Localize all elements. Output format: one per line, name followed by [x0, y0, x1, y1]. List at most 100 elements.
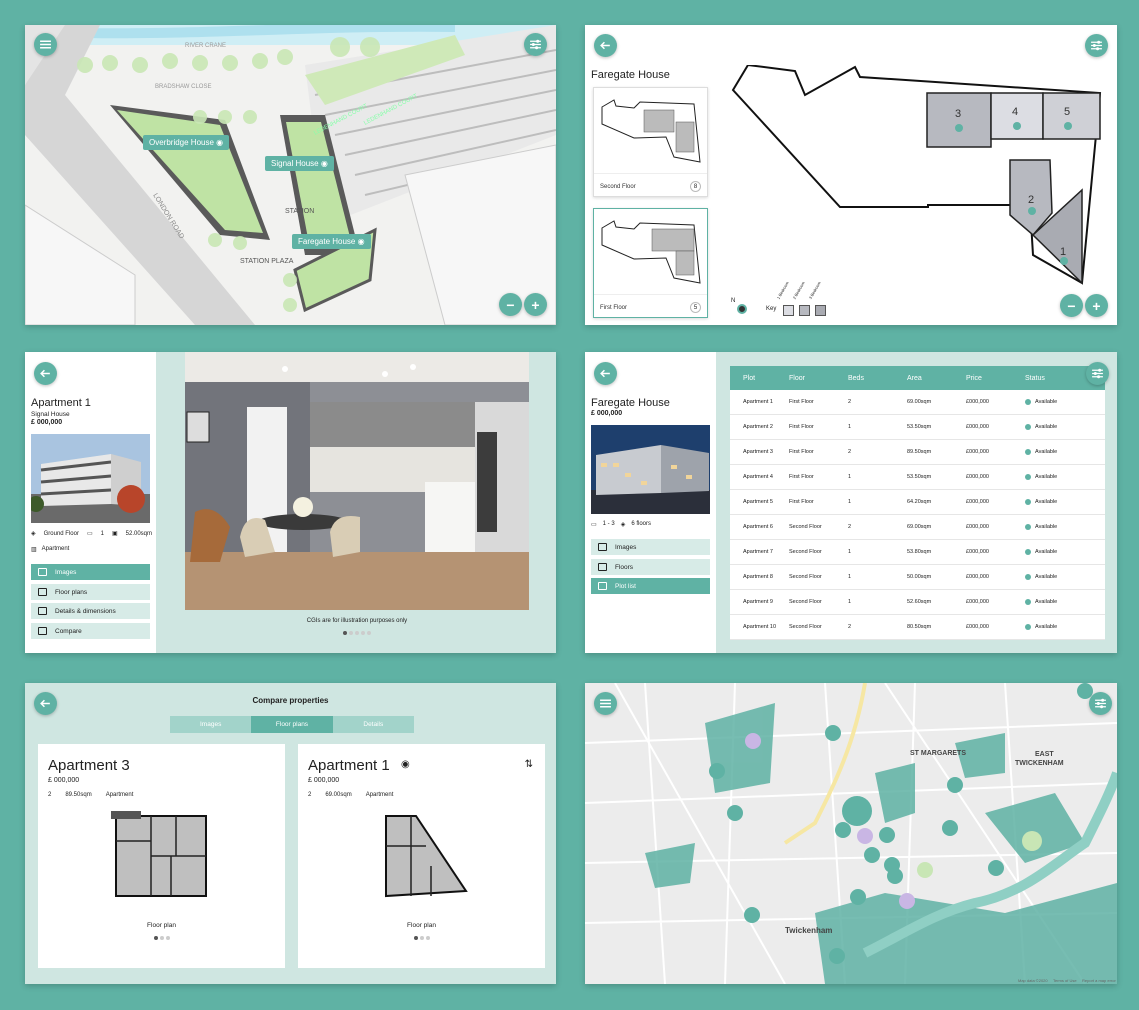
menu-button[interactable] [34, 33, 57, 56]
key-swatch-2 [799, 305, 810, 316]
status-dot-icon [1025, 474, 1031, 480]
table-cell: £000,000 [966, 424, 989, 430]
building-tag-signal[interactable]: Signal House ◉ [265, 156, 334, 171]
floor-plan-image[interactable] [376, 811, 476, 901]
building-icon: ▥ [31, 547, 37, 553]
carousel-dots[interactable] [185, 631, 529, 635]
status-text: Available [1035, 599, 1058, 605]
arrow-left-icon [600, 369, 610, 378]
map-footer: Map data ©2020 [1018, 978, 1048, 983]
table-cell: Apartment 6 [743, 524, 773, 530]
swap-icon[interactable]: ⇅ [525, 759, 533, 770]
table-row[interactable]: Apartment 7 Second Floor 1 53.80sqm £000,000… [730, 540, 1105, 565]
layers-icon [598, 563, 607, 571]
interior-image[interactable] [185, 352, 529, 610]
table-cell: 2 [848, 399, 852, 405]
plot-table: Plot Floor Beds Area Price Status Apartm… [730, 366, 1105, 640]
table-cell: Apartment 10 [743, 624, 777, 630]
table-row[interactable]: Apartment 8 Second Floor 1 50.00sqm £000,000… [730, 565, 1105, 590]
plan-icon [38, 588, 47, 596]
site-map[interactable]: RIVER CRANE BRADSHAW CLOSE LONDON ROAD S… [25, 25, 556, 325]
tab-images[interactable]: Images [170, 716, 252, 733]
menu-plot-list[interactable]: Plot list [591, 578, 710, 594]
filter-button[interactable] [1086, 362, 1109, 385]
column-header: Price [966, 374, 982, 382]
table-cell: Apartment 9 [743, 599, 773, 605]
compass: N [731, 298, 736, 304]
images-icon [598, 543, 607, 551]
table-row[interactable]: Apartment 9 Second Floor 1 52.60sqm £000,000… [730, 590, 1105, 615]
building-tag-faregate[interactable]: Faregate House ◉ [292, 234, 371, 249]
building-name: Signal House [271, 159, 319, 168]
status-dot-icon [1025, 499, 1031, 505]
back-button[interactable] [34, 362, 57, 385]
filter-button[interactable] [1085, 34, 1108, 57]
zoom-in-button[interactable]: + [524, 293, 547, 316]
building-tag-overbridge[interactable]: Overbridge House ◉ [143, 135, 230, 150]
column-header: Plot [743, 374, 756, 382]
filter-button[interactable] [1089, 692, 1112, 715]
menu-compare[interactable]: Compare [31, 623, 150, 639]
floor-card-second[interactable]: Second Floor 8 [593, 87, 708, 197]
status-dot-icon [1025, 399, 1031, 405]
building-title: Faregate House [591, 397, 670, 409]
zoom-out-button[interactable]: − [499, 293, 522, 316]
menu-button[interactable] [594, 692, 617, 715]
book-icon [38, 627, 47, 635]
table-cell: Apartment 8 [743, 574, 773, 580]
table-cell: Available [1025, 524, 1105, 530]
unit-number: 1 [1060, 246, 1066, 258]
carousel-dots[interactable] [38, 936, 285, 940]
sliders-icon [1091, 40, 1102, 51]
zoom-out-button[interactable]: − [1060, 294, 1083, 317]
back-button[interactable] [594, 362, 617, 385]
area-map[interactable]: ST MARGARETS EAST TWICKENHAM Twickenham … [585, 683, 1117, 984]
table-row[interactable]: Apartment 3 First Floor 2 89.50sqm £000,000 A… [730, 440, 1105, 465]
table-cell: Second Floor [789, 549, 822, 555]
type-value: Apartment [41, 546, 70, 552]
menu-label: Floor plans [55, 588, 88, 596]
tab-floor-plans[interactable]: Floor plans [251, 716, 333, 733]
table-cell: First Floor [789, 499, 814, 505]
table-row[interactable]: Apartment 10 Second Floor 2 80.50sqm £000,00… [730, 615, 1105, 640]
area-value: 52.00sqm [125, 530, 153, 537]
filter-button[interactable] [524, 33, 547, 56]
unit-3[interactable] [926, 92, 992, 148]
key-swatch-1 [783, 305, 794, 316]
table-cell: First Floor [789, 399, 814, 405]
arrow-left-icon [40, 369, 50, 378]
floor-plan-image[interactable] [111, 811, 211, 901]
eye-icon: ◉ [216, 138, 224, 147]
table-cell: £000,000 [966, 474, 989, 480]
floor-count: 5 [690, 302, 701, 313]
floor-card-first[interactable]: First Floor 5 [593, 208, 708, 318]
menu-floors[interactable]: Floors [591, 559, 710, 575]
table-row[interactable]: Apartment 1 First Floor 2 69.00sqm £000,000 A… [730, 390, 1105, 415]
table-cell: 89.50sqm [907, 449, 932, 455]
menu-details[interactable]: Details & dimensions [31, 603, 150, 619]
eye-icon[interactable]: ◉ [401, 759, 410, 770]
table-row[interactable]: Apartment 4 First Floor 1 53.50sqm £000,000 A… [730, 465, 1105, 490]
back-button[interactable] [594, 34, 617, 57]
zoom-in-button[interactable]: + [1085, 294, 1108, 317]
menu-floor-plans[interactable]: Floor plans [31, 584, 150, 600]
table-row[interactable]: Apartment 6 Second Floor 2 69.00sqm £000,000… [730, 515, 1105, 540]
carousel-dots[interactable] [298, 936, 545, 940]
beds-value: 1 - 3 [602, 521, 615, 527]
tab-details[interactable]: Details [332, 716, 414, 733]
building-meta: ▭ 1 - 3 ◈ 6 floors [591, 521, 651, 528]
map-footer-link: Report a map error [1082, 978, 1116, 983]
floor-plan[interactable]: 3 4 5 2 1 [730, 65, 1110, 295]
table-cell: 69.00sqm [907, 524, 932, 530]
table-row[interactable]: Apartment 2 First Floor 1 53.50sqm £000,000 A… [730, 415, 1105, 440]
table-cell: 1 [848, 499, 852, 505]
unit-5[interactable] [1042, 92, 1101, 140]
table-cell: £000,000 [966, 449, 989, 455]
menu-images[interactable]: Images [591, 539, 710, 555]
table-cell: Second Floor [789, 599, 822, 605]
plot-list-panel: Faregate House £ 000,000 ▭ 1 - 3 ◈ 6 floor… [585, 352, 1117, 653]
table-row[interactable]: Apartment 5 First Floor 1 64.20sqm £000,000 A… [730, 490, 1105, 515]
place-label: Twickenham [785, 926, 832, 935]
sliders-icon [1092, 368, 1103, 379]
menu-images[interactable]: Images [31, 564, 150, 580]
